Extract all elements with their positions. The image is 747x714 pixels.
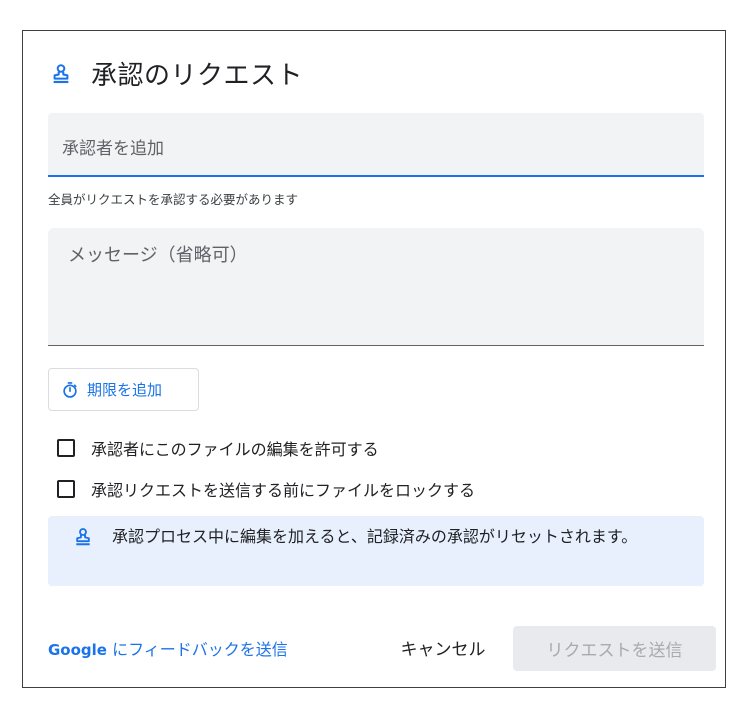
info-banner-text: 承認プロセス中に編集を加えると、記録済みの承認がリセットされます。 bbox=[112, 527, 638, 546]
message-textarea[interactable]: メッセージ（省略可） bbox=[48, 228, 704, 346]
add-deadline-button[interactable]: 期限を追加 bbox=[48, 368, 199, 411]
message-placeholder: メッセージ（省略可） bbox=[68, 245, 248, 266]
cancel-button[interactable]: キャンセル bbox=[391, 626, 495, 668]
timer-icon bbox=[63, 381, 77, 398]
approver-input-placeholder: 承認者を追加 bbox=[62, 139, 164, 159]
approver-input[interactable]: 承認者を追加 bbox=[48, 113, 704, 177]
approver-helper-text: 全員がリクエストを承認する必要があります bbox=[48, 192, 299, 207]
feedback-text: にフィードバックを送信 bbox=[106, 640, 288, 659]
send-feedback-link[interactable]: Google にフィードバックを送信 bbox=[48, 636, 288, 660]
dialog-header: 承認のリクエスト bbox=[50, 55, 303, 92]
approval-request-dialog: 承認のリクエスト 承認者を追加 全員がリクエストを承認する必要があります メッセ… bbox=[22, 30, 726, 688]
info-banner: 承認プロセス中に編集を加えると、記録済みの承認がリセットされます。 bbox=[48, 516, 704, 586]
add-deadline-label: 期限を追加 bbox=[87, 381, 163, 399]
allow-edit-checkbox[interactable] bbox=[57, 439, 75, 457]
allow-edit-option: 承認者にこのファイルの編集を許可する bbox=[57, 436, 379, 460]
lock-file-option: 承認リクエストを送信する前にファイルをロックする bbox=[57, 477, 475, 501]
lock-file-label: 承認リクエストを送信する前にファイルをロックする bbox=[91, 481, 476, 500]
approval-stamp-icon bbox=[76, 528, 90, 546]
dialog-title: 承認のリクエスト bbox=[91, 61, 304, 91]
send-request-button[interactable]: リクエストを送信 bbox=[513, 626, 716, 671]
feedback-brand: Google bbox=[48, 641, 107, 659]
approval-stamp-icon bbox=[53, 63, 69, 83]
allow-edit-label: 承認者にこのファイルの編集を許可する bbox=[91, 440, 379, 459]
lock-file-checkbox[interactable] bbox=[57, 480, 75, 498]
